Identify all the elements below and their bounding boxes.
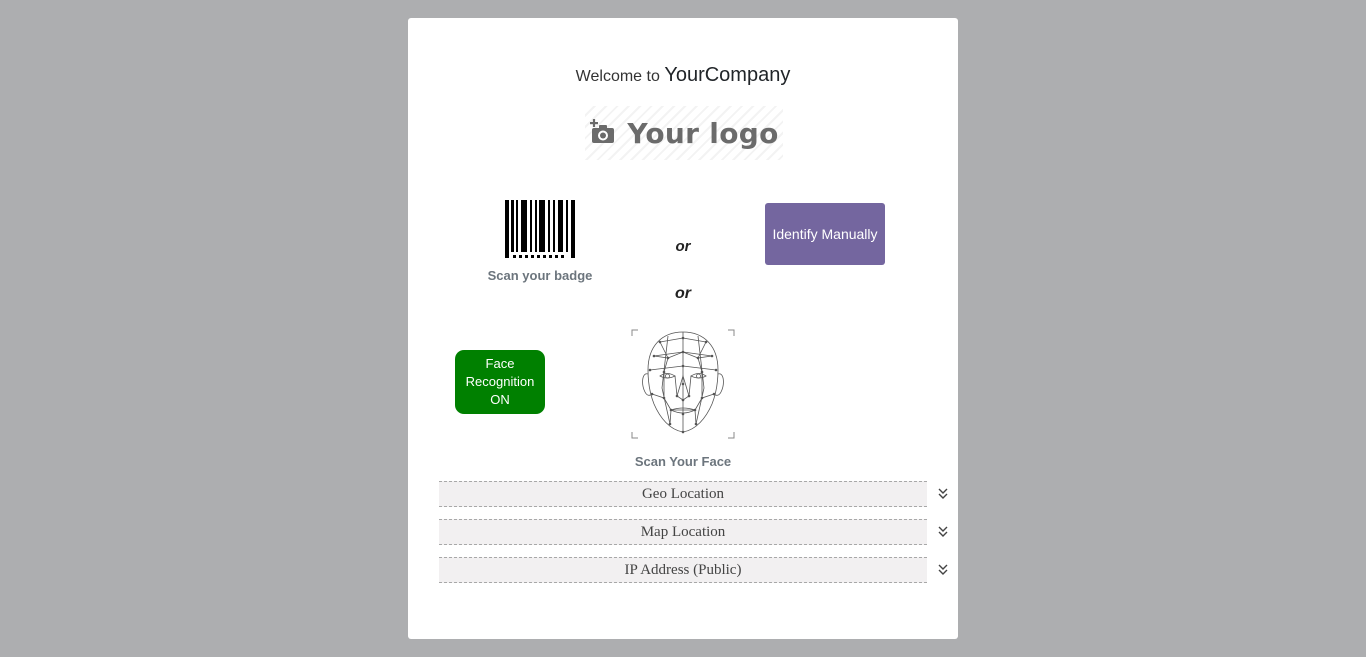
chevron-double-down-icon[interactable] [936,525,950,539]
scan-face-label: Scan Your Face [634,454,732,469]
kiosk-card: Welcome to YourCompany Your logo Scan yo… [408,18,958,639]
camera-plus-icon [589,118,619,148]
or-separator: or [675,238,691,255]
face-mesh-icon[interactable] [630,328,736,440]
welcome-heading: Welcome to YourCompany [408,64,958,87]
chevron-double-down-icon[interactable] [936,487,950,501]
chevron-double-down-icon[interactable] [936,563,950,577]
section-ip-address[interactable]: IP Address (Public) [439,557,927,583]
section-map-location[interactable]: Map Location [439,519,927,545]
logo-text: Your logo [627,116,779,150]
identify-manually-button[interactable]: Identify Manually [765,203,885,265]
company-name: YourCompany [664,64,791,86]
face-recognition-toggle[interactable]: Face Recognition ON [455,350,545,414]
company-logo: Your logo [585,106,783,160]
welcome-prefix: Welcome to [575,68,660,85]
face-recognition-label: Face Recognition ON [465,356,535,407]
scan-badge-label: Scan your badge [487,268,593,283]
or-separator: or [675,285,691,302]
section-geo-location[interactable]: Geo Location [439,481,927,507]
barcode-icon [505,200,577,260]
